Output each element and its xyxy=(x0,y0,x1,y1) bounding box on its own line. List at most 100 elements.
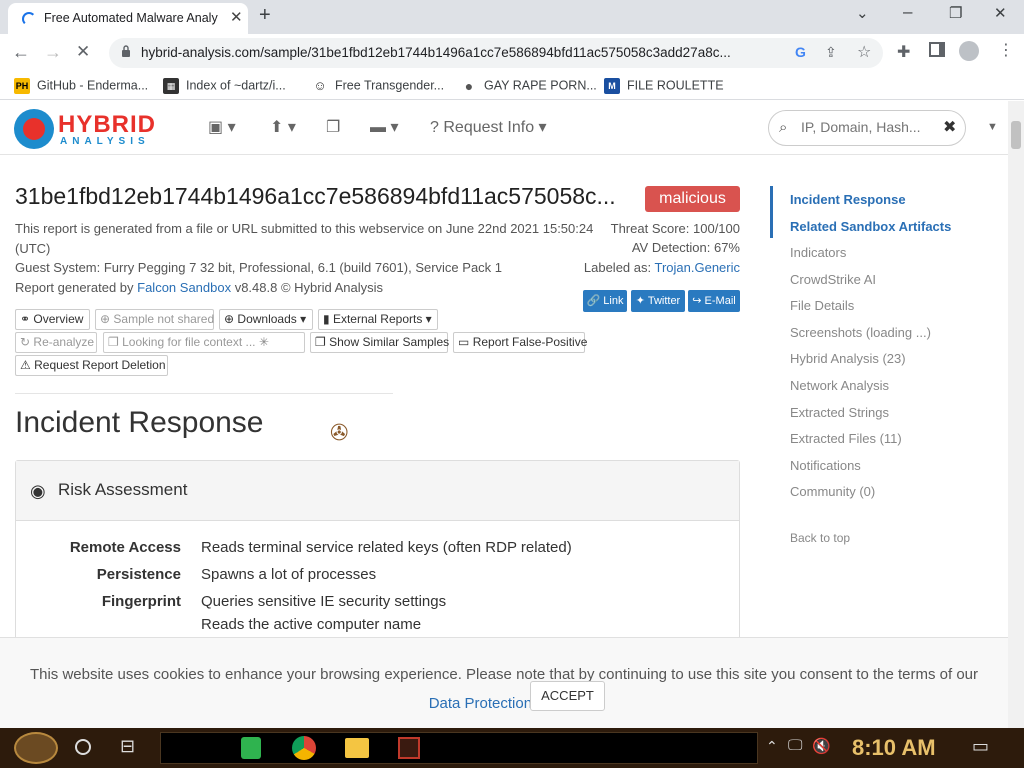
stop-loading-icon[interactable]: ✕ xyxy=(76,42,90,62)
copy-icon: ❐ xyxy=(108,335,119,349)
bookmark-item[interactable]: M FILE ROULETTE xyxy=(604,78,724,94)
generated-by-text: Report generated by Falcon Sandbox v8.48… xyxy=(15,278,383,298)
folder-menu-icon[interactable]: ▬ ▾ xyxy=(370,117,398,137)
downloads-dropdown[interactable]: ⊕ Downloads ▾ xyxy=(219,309,313,330)
search-box[interactable]: ⌕ ✖ xyxy=(768,110,966,146)
app-icon[interactable] xyxy=(398,737,420,759)
sidenav-item-crowdstrike-ai[interactable]: CrowdStrike AI xyxy=(790,272,876,287)
tray-chevron-icon[interactable]: ⌃ xyxy=(766,738,778,755)
minimize-button[interactable]: – xyxy=(903,2,912,22)
sidenav-item-hybrid-analysis[interactable]: Hybrid Analysis (23) xyxy=(790,351,906,366)
labeled-as-link[interactable]: Trojan.Generic xyxy=(655,260,741,275)
sheets-app-icon[interactable] xyxy=(241,737,261,759)
bookmark-label: Free Transgender... xyxy=(335,78,445,93)
sidenav-item-incident-response[interactable]: Incident Response xyxy=(790,192,906,207)
forward-arrow-icon[interactable]: → xyxy=(44,42,62,63)
search-icon: ⌕ xyxy=(779,119,788,136)
external-reports-dropdown[interactable]: ▮ External Reports ▾ xyxy=(318,309,438,330)
cube-menu-icon[interactable]: ▣ ▾ xyxy=(208,117,236,137)
share-icon[interactable]: ⇪ xyxy=(825,44,837,61)
link-icon: ⚭ xyxy=(20,312,31,326)
sidenav-item-extracted-files[interactable]: Extracted Files (11) xyxy=(790,431,902,446)
bookmark-item[interactable]: ● GAY RAPE PORN... xyxy=(461,78,597,94)
bookmark-star-icon[interactable]: ☆ xyxy=(857,42,871,62)
new-tab-button[interactable]: + xyxy=(259,4,271,27)
file-context-button[interactable]: ❐ Looking for file context ... ✳ xyxy=(103,332,305,353)
bookmark-item[interactable]: ☺ Free Transgender... xyxy=(312,78,444,94)
search-circle-icon[interactable] xyxy=(75,739,91,755)
upload-menu-icon[interactable]: ⬆ ▾ xyxy=(270,117,296,137)
falcon-sandbox-link[interactable]: Falcon Sandbox xyxy=(137,280,231,295)
share-twitter-button[interactable]: ✦ Twitter xyxy=(631,290,685,312)
page-scrollbar[interactable] xyxy=(1008,101,1024,728)
report-false-positive-button[interactable]: ▭ Report False-Positive xyxy=(453,332,587,353)
sidenav-item-extracted-strings[interactable]: Extracted Strings xyxy=(790,405,889,420)
tab-strip: Free Automated Malware Analy ✕ + ⌄ – ❐ ✕ xyxy=(0,0,1024,34)
accept-cookies-button[interactable]: ACCEPT xyxy=(530,681,605,711)
notifications-icon[interactable]: ▭ xyxy=(972,736,989,757)
volume-muted-icon[interactable]: 🔇 xyxy=(812,737,831,755)
back-to-top-link[interactable]: Back to top xyxy=(790,531,850,545)
external-reports-label: External Reports xyxy=(332,312,423,326)
cookie-text: This website uses cookies to enhance you… xyxy=(20,660,988,718)
scrollbar-thumb[interactable] xyxy=(1011,121,1021,149)
sidenav-item-community[interactable]: Community (0) xyxy=(790,484,875,499)
request-info-menu[interactable]: ? Request Info ▾ xyxy=(430,117,547,137)
tab-search-icon[interactable]: ⌄ xyxy=(856,4,869,22)
side-panel-icon[interactable] xyxy=(929,42,945,57)
sidenav-item-notifications[interactable]: Notifications xyxy=(790,458,861,473)
copy-files-icon[interactable]: ❐ xyxy=(326,117,340,137)
sidenav-item-screenshots[interactable]: Screenshots (loading ...) xyxy=(790,325,931,340)
profile-avatar[interactable] xyxy=(959,41,979,61)
show-similar-button[interactable]: ❐ Show Similar Samples xyxy=(310,332,449,353)
google-lens-icon[interactable]: G xyxy=(795,44,806,60)
sample-not-shared-button[interactable]: ⊕ Sample not shared xyxy=(95,309,214,330)
bookmark-label: FILE ROULETTE xyxy=(627,78,724,93)
extensions-icon[interactable]: ✚ xyxy=(897,42,910,62)
url-text: hybrid-analysis.com/sample/31be1fbd12eb1… xyxy=(141,45,731,60)
address-bar[interactable]: hybrid-analysis.com/sample/31be1fbd12eb1… xyxy=(109,38,883,68)
refresh-icon: ↻ xyxy=(20,335,31,349)
request-deletion-button[interactable]: ⚠ Request Report Deletion xyxy=(15,355,168,376)
task-view-icon[interactable]: ⊟ xyxy=(120,736,135,757)
sidenav-item-related-artifacts[interactable]: Related Sandbox Artifacts xyxy=(790,219,951,234)
clear-search-icon[interactable]: ✖ xyxy=(943,117,956,137)
browser-tab[interactable]: Free Automated Malware Analy ✕ xyxy=(8,3,248,34)
steampunk-cursor-icon: ✇ xyxy=(330,420,349,445)
sidenav-item-file-details[interactable]: File Details xyxy=(790,298,854,313)
bookmark-label: GitHub - Enderma... xyxy=(37,78,149,93)
share-email-button[interactable]: ↪ E-Mail xyxy=(688,290,740,312)
comment-icon: ▭ xyxy=(458,335,470,349)
risk-value: Reads terminal service related keys (oft… xyxy=(201,539,572,556)
network-icon[interactable]: 🖵 xyxy=(788,737,802,754)
overview-button[interactable]: ⚭ Overview xyxy=(15,309,90,330)
close-tab-icon[interactable]: ✕ xyxy=(230,8,243,26)
start-button[interactable] xyxy=(14,732,58,764)
bookmark-item[interactable]: PH GitHub - Enderma... xyxy=(14,78,148,94)
reanalyze-button[interactable]: ↻ Re-analyze xyxy=(15,332,97,353)
back-arrow-icon[interactable]: ← xyxy=(12,42,30,63)
share-link-button[interactable]: 🔗 Link xyxy=(583,290,627,312)
bookmark-item[interactable]: ▦ Index of ~dartz/i... xyxy=(163,78,286,94)
risk-key: Fingerprint xyxy=(101,593,181,610)
search-input[interactable] xyxy=(801,119,931,135)
sidenav-item-indicators[interactable]: Indicators xyxy=(790,245,846,260)
loading-spinner-icon xyxy=(22,12,36,26)
restore-button[interactable]: ❐ xyxy=(949,4,962,22)
file-explorer-icon[interactable] xyxy=(345,738,369,758)
divider xyxy=(15,393,393,394)
risk-assessment-header[interactable]: ◉ Risk Assessment xyxy=(16,461,739,521)
sidenav-item-network-analysis[interactable]: Network Analysis xyxy=(790,378,889,393)
caret-down-icon[interactable]: ▼ xyxy=(987,121,998,133)
sample-hash-title: 31be1fbd12eb1744b1496a1cc7e586894bfd11ac… xyxy=(15,183,616,209)
av-detection: AV Detection: 67% xyxy=(631,240,740,255)
taskbar-clock[interactable]: 8:10 AM xyxy=(852,735,936,761)
copy-icon: ❐ xyxy=(315,335,326,349)
chrome-app-icon[interactable] xyxy=(292,736,316,760)
hybrid-analysis-logo[interactable]: HYBRID ANALYSIS xyxy=(14,109,180,149)
overview-label: Overview xyxy=(33,312,84,326)
cookie-banner: This website uses cookies to enhance you… xyxy=(0,637,1008,728)
window-close-button[interactable]: ✕ xyxy=(994,4,1007,22)
menu-kebab-icon[interactable]: ⋮ xyxy=(998,40,1014,60)
request-info-label: Request Info xyxy=(443,119,535,136)
